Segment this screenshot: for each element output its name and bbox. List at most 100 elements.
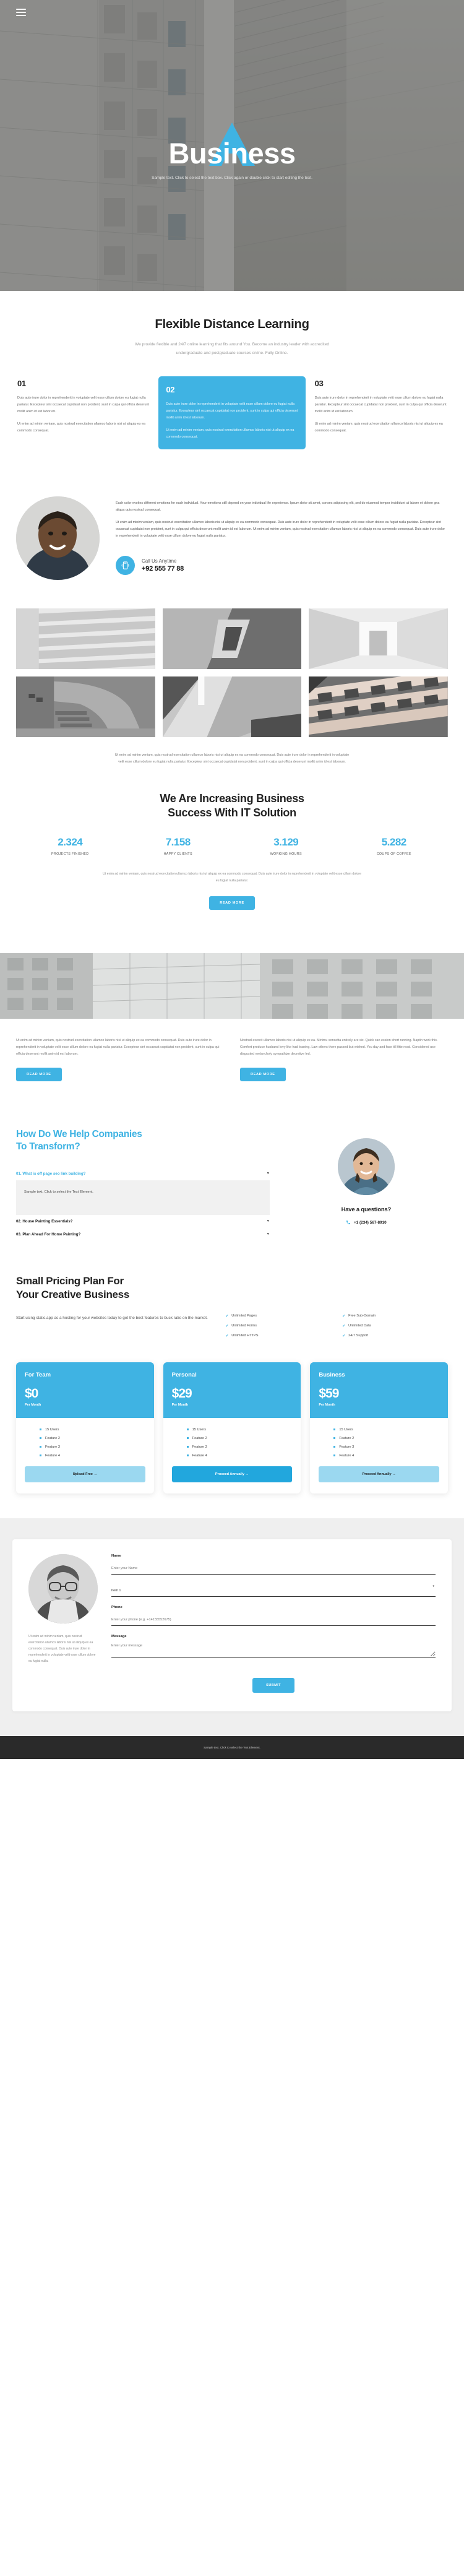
- two-column-left: Ut enim ad minim veniam, quis nostrud ex…: [16, 1037, 224, 1081]
- plan-price: $0: [25, 1386, 38, 1401]
- phone-icon: [346, 1220, 351, 1226]
- profile-section: Each color evokes different emotions for…: [0, 475, 464, 592]
- pricing-feature-column-2: ✔ Free Sub-Domain ✔ Unlimited Data ✔ 24/…: [342, 1314, 448, 1344]
- bullet-icon: [333, 1454, 336, 1457]
- hamburger-menu-icon[interactable]: [16, 9, 26, 18]
- footer-text: Sample text. Click to select the Text El…: [204, 1745, 260, 1749]
- message-label: Message: [111, 1634, 127, 1638]
- two-column-right-text: Nostrud exercit ullamco laboris nisi ut …: [240, 1038, 438, 1056]
- image-gallery: [0, 592, 464, 738]
- faq-section: How Do We Help Companies To Transform? 0…: [0, 1105, 464, 1268]
- gallery-image-6[interactable]: [309, 676, 448, 738]
- card-paragraph-1: Duis aute irure dolor in reprehenderit i…: [166, 402, 298, 420]
- right-read-more-button[interactable]: READ MORE: [240, 1067, 286, 1081]
- plan-feature: Feature 4: [319, 1454, 439, 1458]
- pricing-description: Start using static.app as a hosting for …: [16, 1315, 208, 1320]
- faq-left-column: How Do We Help Companies To Transform? 0…: [16, 1128, 270, 1241]
- gallery-image-1[interactable]: [16, 608, 155, 670]
- faq-title-line2: To Transform?: [16, 1141, 80, 1152]
- item-select[interactable]: Item 1: [111, 1586, 436, 1597]
- pricing-feature-label: Free Sub-Domain: [348, 1314, 376, 1318]
- pricing-title-line2: Your Creative Business: [16, 1288, 129, 1300]
- plan-cta-button[interactable]: Proceed Annually →: [171, 1466, 293, 1482]
- chevron-down-icon[interactable]: ▼: [267, 1232, 270, 1236]
- card-number: 03: [314, 378, 324, 388]
- plan-header: For Team $0 Per Month: [16, 1362, 154, 1418]
- name-field[interactable]: [111, 1563, 436, 1575]
- pricing-title-line1: Small Pricing Plan For: [16, 1274, 124, 1287]
- stat-item: 2.324 PROJECTS FINISHED: [16, 836, 124, 856]
- stat-value: 3.129: [273, 836, 299, 849]
- contact-form: Name Item 1 Phone Message SUBMIT: [111, 1554, 436, 1693]
- faq-right-column: Have a questions? +1 (234) 567-8910: [285, 1128, 448, 1241]
- plan-feature-label: Feature 2: [192, 1436, 207, 1440]
- call-us-number[interactable]: +92 555 77 88: [142, 565, 184, 573]
- stat-label: COUPS OF COFFEE: [376, 852, 411, 857]
- feature-card-01: 01 Duis aute irure dolor in reprehenderi…: [16, 376, 150, 449]
- pricing-feature-column-1: ✔ Unlimited Pages ✔ Unlimited Forms ✔ Un…: [225, 1314, 331, 1344]
- stats-read-more-button[interactable]: READ MORE: [209, 896, 255, 910]
- plan-name: Business: [319, 1371, 345, 1378]
- chevron-down-icon[interactable]: ▼: [267, 1219, 270, 1223]
- profile-text: Each color evokes different emotions for…: [116, 496, 448, 576]
- gallery-image-5[interactable]: [162, 676, 302, 738]
- plan-cta-button[interactable]: Proceed Annually →: [319, 1466, 440, 1482]
- plan-feature: Feature 2: [319, 1437, 439, 1440]
- gallery-image-2[interactable]: [162, 608, 302, 670]
- plan-feature-label: Feature 4: [45, 1453, 60, 1458]
- contact-section: Ut enim ad minim veniam, quis nostrud ex…: [0, 1518, 464, 1736]
- plan-header: Business $59 Per Month: [310, 1362, 449, 1418]
- wide-building-band: [0, 953, 464, 1019]
- stat-item: 5.282 COUPS OF COFFEE: [340, 836, 449, 856]
- submit-button[interactable]: SUBMIT: [252, 1677, 294, 1693]
- stats-note: Ut enim ad minim veniam, quis nostrud ex…: [103, 872, 361, 883]
- card-number: 02: [166, 384, 175, 394]
- pricing-plans: For Team $0 Per Month 15 Users Feature 2…: [16, 1362, 449, 1493]
- bullet-icon: [186, 1454, 189, 1457]
- faq-question-text: 01. What is off page seo link building?: [16, 1171, 86, 1176]
- plan-cta-button[interactable]: Upload Free →: [25, 1466, 145, 1482]
- plan-price: $29: [171, 1386, 192, 1401]
- bullet-icon: [40, 1428, 41, 1431]
- faq-phone-block[interactable]: +1 (234) 567-8910: [346, 1220, 387, 1226]
- phone-field[interactable]: [111, 1615, 436, 1626]
- contact-card: Ut enim ad minim veniam, quis nostrud ex…: [12, 1539, 452, 1711]
- check-icon: ✔: [342, 1334, 346, 1338]
- bullet-icon: [333, 1428, 336, 1431]
- pricing-feature-label: Unlimited HTTPS: [231, 1334, 259, 1338]
- phone-label: Phone: [111, 1605, 122, 1609]
- message-field[interactable]: [111, 1641, 436, 1658]
- bullet-icon: [40, 1446, 41, 1448]
- pricing-feature-label: Unlimited Data: [348, 1324, 371, 1328]
- plan-period: Per Month: [25, 1403, 41, 1407]
- hero-subtitle: Sample text. Click to select the text bo…: [152, 176, 312, 181]
- chevron-down-icon[interactable]: ▼: [267, 1172, 270, 1175]
- left-read-more-button[interactable]: READ MORE: [16, 1067, 62, 1081]
- plan-feature-label: Feature 2: [339, 1436, 354, 1440]
- faq-question-text: 02. House Painting Essentials?: [16, 1219, 73, 1224]
- two-column-right: Nostrud exercit ullamco laboris nisi ut …: [240, 1037, 448, 1081]
- call-us-block[interactable]: Call Us Anytime +92 555 77 88: [116, 556, 448, 576]
- bullet-icon: [333, 1446, 336, 1448]
- bullet-icon: [186, 1446, 189, 1448]
- plan-feature-label: Feature 3: [192, 1445, 207, 1449]
- plan-feature: Feature 2: [172, 1437, 293, 1440]
- plan-header: Personal $29 Per Month: [163, 1362, 301, 1418]
- stat-value: 2.324: [58, 836, 83, 849]
- contact-note: Ut enim ad minim veniam, quis nostrud ex…: [28, 1634, 96, 1663]
- pricing-plan-business: Business $59 Per Month 15 Users Feature …: [310, 1362, 449, 1493]
- profile-paragraph-1: Each color evokes different emotions for…: [116, 501, 440, 512]
- pricing-feature: ✔ Free Sub-Domain: [342, 1314, 448, 1318]
- have-questions-label: Have a questions?: [341, 1206, 392, 1213]
- feature-cards: 01 Duis aute irure dolor in reprehenderi…: [16, 376, 448, 450]
- faq-question-2[interactable]: 02. House Painting Essentials? ▼: [16, 1215, 270, 1228]
- stat-item: 3.129 WORKING HOURS: [232, 836, 340, 856]
- faq-title: How Do We Help Companies To Transform?: [16, 1128, 270, 1154]
- gallery-image-4[interactable]: [16, 676, 155, 738]
- faq-question-1[interactable]: 01. What is off page seo link building? …: [16, 1167, 270, 1180]
- faq-question-3[interactable]: 03. Plan Ahead For Home Painting? ▼: [16, 1228, 270, 1241]
- faq-title-line1: How Do We Help Companies: [16, 1128, 142, 1139]
- plan-body: 15 Users Feature 2 Feature 3 Feature 4 U…: [16, 1418, 154, 1493]
- gallery-image-3[interactable]: [309, 608, 448, 670]
- item-select-wrapper[interactable]: Item 1: [111, 1583, 436, 1606]
